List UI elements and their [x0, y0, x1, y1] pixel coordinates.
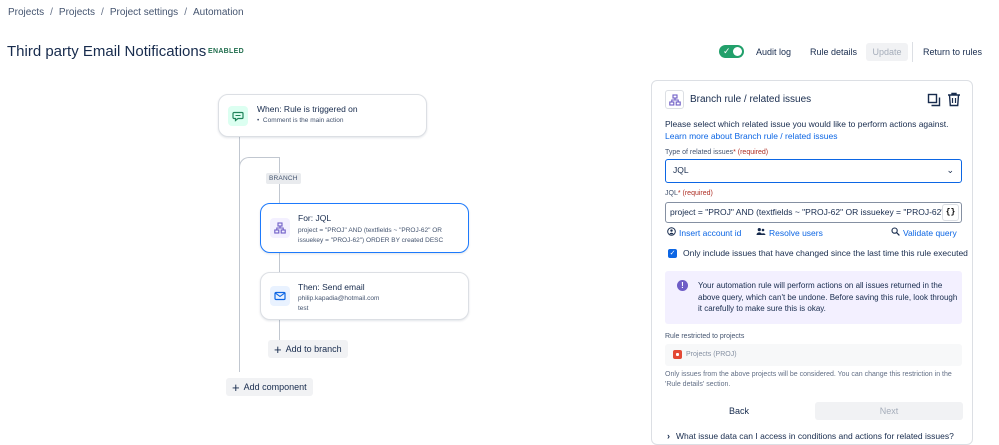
restricted-projects-note: Only issues from the above projects will…	[665, 371, 952, 388]
next-button[interactable]: Next	[815, 402, 963, 420]
validate-query-link[interactable]: Validate query	[891, 227, 957, 238]
project-icon	[673, 350, 682, 359]
related-issues-faq[interactable]: › What issue data can I access in condit…	[667, 431, 954, 441]
comment-icon	[228, 106, 248, 126]
add-to-branch-label: Add to branch	[285, 344, 342, 354]
branch-connector	[279, 253, 280, 272]
trigger-card[interactable]: When: Rule is triggered on	[218, 94, 427, 137]
plus-icon: +	[232, 379, 240, 395]
project-chip: Projects (PROJ)	[673, 350, 737, 359]
breadcrumb-project-settings[interactable]: Project settings	[110, 7, 178, 18]
resolve-users-link[interactable]: Resolve users	[756, 227, 823, 238]
update-button[interactable]: Update	[866, 43, 908, 61]
branch-config-panel: Branch rule / related issues Please sele…	[651, 80, 973, 445]
add-component-label: Add component	[243, 382, 307, 392]
breadcrumb-projects-1[interactable]: Projects	[8, 7, 44, 18]
branch-connector	[279, 320, 280, 340]
restricted-projects-field: Projects (PROJ)	[665, 344, 962, 366]
breadcrumb-projects-2[interactable]: Projects	[59, 7, 95, 18]
action-card[interactable]: Then: Send email philip.kapadia@hotmail.…	[260, 272, 469, 320]
action-recipient: philip.kapadia@hotmail.com	[298, 295, 380, 302]
restricted-projects-label: Rule restricted to projects	[665, 333, 745, 340]
add-to-branch-button[interactable]: + Add to branch	[268, 340, 348, 358]
faq-label: What issue data can I access in conditio…	[676, 431, 954, 441]
breadcrumb-automation[interactable]: Automation	[193, 7, 244, 18]
insert-account-id-link[interactable]: Insert account id	[667, 227, 741, 238]
jql-label-text: JQL	[665, 190, 678, 197]
learn-more-link[interactable]: Learn more about Branch rule / related i…	[665, 131, 837, 141]
only-changed-label: Only include issues that have changed si…	[683, 248, 968, 258]
trigger-title: When: Rule is triggered on	[257, 104, 358, 114]
trigger-subtitle: • Comment is the main action	[257, 117, 343, 124]
email-icon	[270, 286, 290, 306]
action-message: test	[298, 304, 309, 312]
header-divider	[912, 42, 913, 62]
chevron-down-icon: ⌄	[946, 165, 954, 175]
branch-subtitle: project = "PROJ" AND (textfields ~ "PROJ…	[298, 227, 444, 244]
rule-details-button[interactable]: Rule details	[810, 43, 857, 61]
breadcrumb-separator: /	[101, 7, 104, 18]
type-field-label: Type of related issues* (required)	[665, 149, 768, 156]
panel-description-text: Please select which related issue you wo…	[665, 119, 949, 129]
user-circle-icon	[667, 227, 676, 238]
jql-field-label: JQL* (required)	[665, 190, 713, 197]
audit-log-button[interactable]: Audit log	[756, 43, 791, 61]
chevron-right-icon: ›	[667, 431, 670, 441]
return-to-rules-button[interactable]: Return to rules	[923, 43, 982, 61]
panel-header: Branch rule / related issues	[665, 90, 811, 109]
rule-enabled-toggle[interactable]: ✓	[719, 45, 744, 58]
breadcrumb-separator: /	[50, 7, 53, 18]
validate-query-label: Validate query	[903, 227, 957, 238]
action-detail: philip.kapadia@hotmail.com test	[298, 294, 379, 313]
action-title: Then: Send email	[298, 282, 365, 292]
info-message-text: Your automation rule will perform action…	[698, 281, 958, 313]
branch-icon	[270, 218, 290, 238]
plus-icon: +	[274, 341, 282, 357]
type-required: * (required)	[733, 149, 769, 156]
trigger-subtitle-text: Comment is the main action	[262, 117, 344, 124]
trash-icon[interactable]	[947, 92, 961, 107]
smart-values-button[interactable]: {}	[942, 204, 959, 221]
back-button[interactable]: Back	[665, 402, 813, 420]
project-chip-label: Projects (PROJ)	[686, 351, 737, 358]
panel-description: Please select which related issue you wo…	[665, 119, 965, 142]
resolve-users-label: Resolve users	[769, 227, 823, 238]
breadcrumb-separator: /	[184, 7, 187, 18]
breadcrumb: Projects / Projects / Project settings /…	[8, 7, 244, 18]
only-changed-option: ✓ Only include issues that have changed …	[668, 248, 968, 258]
panel-title: Branch rule / related issues	[690, 94, 812, 105]
related-issues-type-select[interactable]: JQL ⌄	[665, 159, 962, 183]
check-icon: ✓	[723, 46, 731, 56]
branch-tag: BRANCH	[266, 173, 301, 184]
people-icon	[756, 227, 766, 238]
status-badge: ENABLED	[208, 48, 244, 55]
branch-card[interactable]: For: JQL project = "PROJ" AND (textfield…	[260, 203, 469, 253]
search-icon	[891, 227, 900, 238]
type-select-value: JQL	[673, 165, 689, 175]
info-icon: !	[677, 280, 688, 291]
jql-input[interactable]: project = "PROJ" AND (textfields ~ "PROJ…	[665, 202, 962, 223]
page-title: Third party Email Notifications	[7, 43, 207, 60]
info-message: ! Your automation rule will perform acti…	[665, 271, 962, 324]
jql-required: * (required)	[677, 190, 713, 197]
type-label-text: Type of related issues	[665, 149, 734, 156]
only-changed-checkbox[interactable]: ✓	[668, 248, 677, 258]
insert-account-id-label: Insert account id	[679, 227, 742, 238]
add-component-button[interactable]: + Add component	[226, 378, 313, 396]
branch-title: For: JQL	[298, 213, 332, 223]
copy-icon[interactable]	[927, 93, 941, 107]
jql-input-value: project = "PROJ" AND (textfields ~ "PROJ…	[670, 207, 942, 217]
branch-icon	[665, 90, 684, 109]
